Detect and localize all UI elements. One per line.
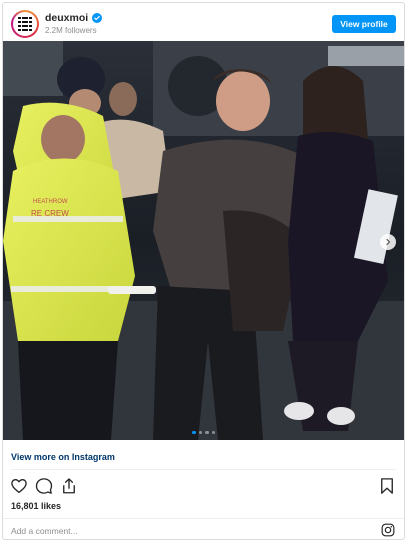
- verified-badge-icon: [92, 13, 103, 23]
- action-bar: [3, 475, 404, 497]
- divider: [11, 469, 396, 470]
- username[interactable]: deuxmoi: [45, 12, 88, 24]
- carousel-indicator: [3, 430, 404, 434]
- carousel-dot-active: [192, 430, 196, 434]
- instagram-icon[interactable]: [381, 523, 395, 537]
- post-photo-image: RE CREW HEATHROW: [3, 41, 404, 440]
- deuxmoi-logo-icon: [17, 16, 33, 32]
- view-more-link[interactable]: View more on Instagram: [11, 452, 115, 462]
- carousel-dot: [198, 430, 202, 434]
- avatar[interactable]: [11, 10, 39, 38]
- share-icon[interactable]: [60, 477, 78, 495]
- post-header: deuxmoi 2.2M followers View profile: [3, 3, 404, 43]
- like-count[interactable]: 16,801 likes: [11, 501, 61, 511]
- carousel-dot: [205, 430, 209, 434]
- carousel-next-button[interactable]: [380, 234, 396, 250]
- heart-icon[interactable]: [10, 477, 28, 495]
- comment-input[interactable]: [11, 523, 351, 539]
- vest-text-2: HEATHROW: [33, 199, 68, 205]
- comment-icon[interactable]: [35, 477, 53, 495]
- account-info: deuxmoi 2.2M followers: [45, 12, 103, 35]
- comment-row: [3, 518, 404, 539]
- avatar-image: [13, 12, 37, 36]
- instagram-embed-card: deuxmoi 2.2M followers View profile RE C…: [2, 2, 405, 540]
- post-photo[interactable]: RE CREW HEATHROW: [3, 41, 404, 440]
- view-profile-button[interactable]: View profile: [332, 15, 396, 33]
- vest-text: RE CREW: [31, 209, 69, 218]
- carousel-dot: [211, 430, 215, 434]
- bookmark-icon[interactable]: [378, 477, 396, 495]
- follower-count: 2.2M followers: [45, 26, 97, 35]
- username-row: deuxmoi: [45, 12, 103, 24]
- chevron-right-icon: [386, 238, 391, 246]
